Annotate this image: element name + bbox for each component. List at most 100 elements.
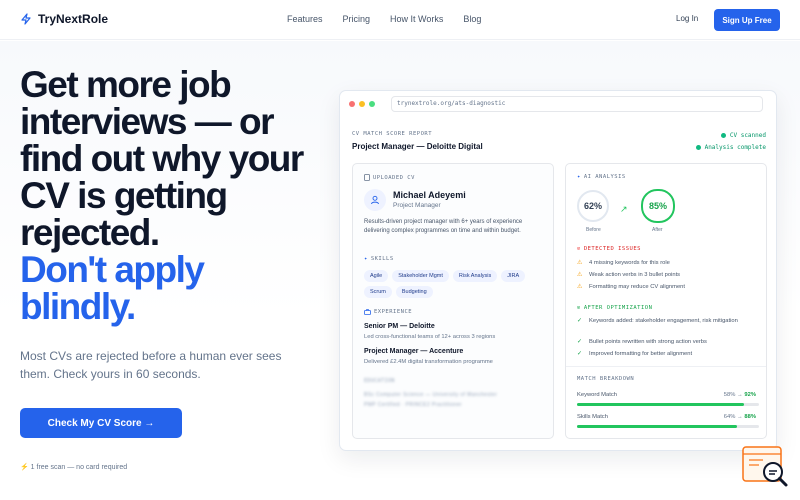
warning-icon: ⚠ xyxy=(577,284,583,290)
score-after: 85% xyxy=(641,189,675,223)
nav-link-blog[interactable]: Blog xyxy=(463,14,481,24)
report-preview-window: trynextrole.org/ats-diagnostic CV MATCH … xyxy=(339,90,777,451)
detected-issues-label: ⊘ DETECTED ISSUES xyxy=(577,246,641,252)
sparkle-icon: ✦ xyxy=(577,174,581,180)
skill-chip: Risk Analysis xyxy=(452,270,498,282)
skill-chip: JIRA xyxy=(501,270,526,282)
nav-links: Features Pricing How It Works Blog xyxy=(287,14,481,24)
address-bar: trynextrole.org/ats-diagnostic xyxy=(391,96,763,112)
optimization-text: Keywords added: stakeholder engagement, … xyxy=(589,318,738,324)
cv-summary: Results-driven project manager with 6+ y… xyxy=(364,219,523,234)
skills-match-value: 64% → 88% xyxy=(723,414,756,420)
bar-fill xyxy=(577,403,745,406)
minimize-dot xyxy=(359,101,365,107)
warning-icon: ⚠ xyxy=(577,272,583,278)
nav-link-how-it-works[interactable]: How It Works xyxy=(390,14,443,24)
skill-chip: Scrum xyxy=(364,286,392,298)
check-icon: ✓ xyxy=(577,339,583,345)
hero-headline: Get more job interviews — or find out wh… xyxy=(20,66,320,325)
check-cv-score-button[interactable]: Check My CV Score → xyxy=(20,408,182,438)
check-icon: ✓ xyxy=(577,318,583,324)
brand-name: TryNextRole xyxy=(38,12,109,26)
experience-title: Senior PM — Deloitte xyxy=(364,323,435,330)
education-line: PMP Certified · PRINCE2 Practitioner xyxy=(364,402,462,408)
headline-accent: Don't apply blindly. xyxy=(20,249,205,327)
status-dot-icon xyxy=(720,133,726,138)
uploaded-cv-panel: UPLOADED CV Michael Adeyemi Project Mana… xyxy=(352,163,554,439)
alert-icon: ⊘ xyxy=(577,246,581,252)
education-line: BSc Computer Science — University of Man… xyxy=(364,392,498,398)
issue-item: ⚠ 4 missing keywords for this role xyxy=(577,259,759,267)
nav-link-pricing[interactable]: Pricing xyxy=(343,14,371,24)
maximize-dot xyxy=(369,101,375,107)
support-widget-icon[interactable] xyxy=(741,444,789,490)
divider xyxy=(566,366,766,367)
close-dot xyxy=(349,101,355,107)
candidate-name: Michael Adeyemi xyxy=(393,190,466,200)
skill-chip: Agile xyxy=(364,270,389,282)
briefcase-icon xyxy=(364,309,371,315)
skill-chip: Stakeholder Mgmt xyxy=(392,270,449,282)
value-from: 58% xyxy=(723,392,736,398)
issue-item: ⚠ Weak action verbs in 3 bullet points xyxy=(577,271,759,279)
experience-description: Delivered £2.4M digital transformation p… xyxy=(364,359,493,365)
value-to: 88% xyxy=(744,414,756,420)
skills-list: Agile Stakeholder Mgmt Risk Analysis JIR… xyxy=(364,270,549,298)
brand-logo[interactable]: TryNextRole xyxy=(20,12,108,26)
optimization-item: ✓ Bullet points rewritten with strong act… xyxy=(577,338,759,346)
experience-title: Project Manager — Accenture xyxy=(364,348,464,355)
value-to: 92% xyxy=(744,392,756,398)
ai-analysis-label: ✦ AI ANALYSIS xyxy=(577,174,626,180)
after-optimization-label: ⊙ AFTER OPTIMIZATION xyxy=(577,305,652,311)
status-text: CV scanned xyxy=(729,132,766,139)
skill-chip: Budgeting xyxy=(395,286,433,298)
optimization-text: Bullet points rewritten with strong acti… xyxy=(589,339,707,345)
keyword-match-label: Keyword Match xyxy=(577,392,617,398)
check-circle-icon: ⊙ xyxy=(577,305,581,311)
status-text: Analysis complete xyxy=(704,144,766,151)
hero-subtext: Most CVs are rejected before a human eve… xyxy=(20,349,282,381)
score-before-caption: Before xyxy=(586,227,601,233)
experience-label: EXPERIENCE xyxy=(364,309,412,315)
keyword-match-value: 58% → 92% xyxy=(723,392,756,398)
value-from: 64% xyxy=(723,414,736,420)
section-label-text: DETECTED ISSUES xyxy=(583,246,641,252)
warning-icon: ⚠ xyxy=(577,260,583,266)
match-breakdown-label: MATCH BREAKDOWN xyxy=(577,376,635,382)
section-label-text: AFTER OPTIMIZATION xyxy=(583,305,653,311)
user-icon xyxy=(371,195,379,205)
optimization-item: ✓ Keywords added: stakeholder engagement,… xyxy=(577,317,759,325)
issue-text: 4 missing keywords for this role xyxy=(589,260,670,266)
window-controls xyxy=(349,101,375,107)
headline-main: Get more job interviews — or find out wh… xyxy=(20,64,304,253)
candidate-role: Project Manager xyxy=(393,202,441,209)
section-label-text: UPLOADED CV xyxy=(373,174,415,181)
login-link[interactable]: Log In xyxy=(676,14,698,23)
top-navigation: TryNextRole Features Pricing How It Work… xyxy=(0,0,800,40)
signup-button[interactable]: Sign Up Free xyxy=(714,9,780,31)
report-label: CV MATCH SCORE REPORT xyxy=(352,131,433,137)
skills-match-bar xyxy=(577,425,759,428)
education-label: EDUCATION xyxy=(364,378,395,384)
status-cv-scanned: CV scanned xyxy=(720,132,766,139)
issue-item: ⚠ Formatting may reduce CV alignment xyxy=(577,283,759,291)
section-label-text: AI ANALYSIS xyxy=(583,174,626,180)
issue-text: Weak action verbs in 3 bullet points xyxy=(589,272,681,278)
uploaded-cv-label: UPLOADED CV xyxy=(364,174,415,181)
nav-link-features[interactable]: Features xyxy=(287,14,323,24)
experience-description: Led cross-functional teams of 12+ across… xyxy=(364,334,496,340)
issue-text: Formatting may reduce CV alignment xyxy=(589,284,686,290)
skills-label: ✦ SKILLS xyxy=(364,256,394,262)
score-after-caption: After xyxy=(652,227,663,233)
keyword-match-bar xyxy=(577,403,759,406)
document-icon xyxy=(364,174,370,181)
ai-analysis-panel: ✦ AI ANALYSIS 62% Before ↗ 85% After ⊘ D… xyxy=(565,163,767,439)
report-title: Project Manager — Deloitte Digital xyxy=(352,142,483,151)
bar-fill xyxy=(577,425,738,428)
optimization-text: Improved formatting for better alignment xyxy=(589,351,693,357)
sparkle-icon: ✦ xyxy=(364,256,368,262)
skills-match-label: Skills Match xyxy=(577,414,608,420)
check-icon: ✓ xyxy=(577,351,583,357)
optimization-item: ✓ Improved formatting for better alignmen… xyxy=(577,350,759,358)
section-label-text: EXPERIENCE xyxy=(374,309,413,315)
